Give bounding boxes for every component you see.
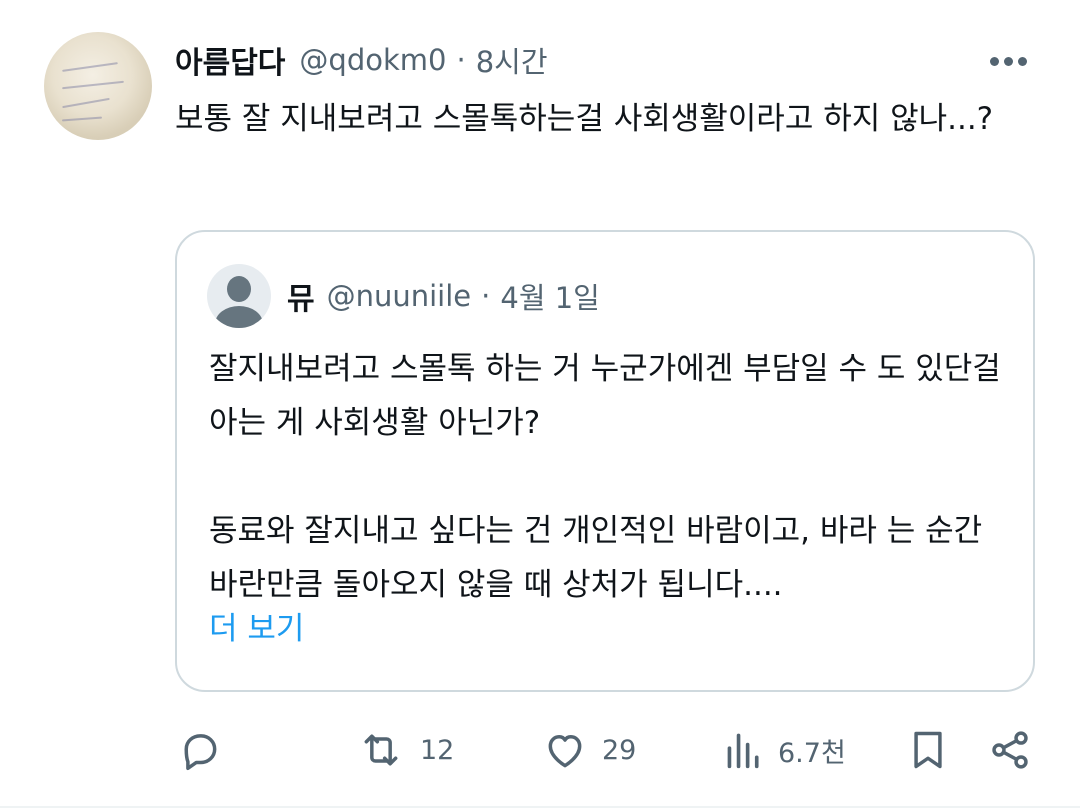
show-more-link[interactable]: 더 보기 bbox=[209, 602, 304, 656]
views-count: 6.7천 bbox=[778, 737, 846, 769]
views-button[interactable]: 6.7천 bbox=[724, 720, 846, 780]
quoted-tweet-card[interactable]: 뮤 @nuuniile · 4월 1일 잘지내보려고 스몰톡 하는 거 누군가에… bbox=[175, 230, 1035, 692]
retweet-count: 12 bbox=[420, 734, 455, 766]
author-avatar[interactable] bbox=[44, 32, 152, 140]
share-icon bbox=[992, 731, 1028, 769]
retweet-icon bbox=[364, 734, 398, 766]
retweet-button[interactable]: 12 bbox=[356, 720, 454, 780]
like-button[interactable]: 29 bbox=[542, 720, 636, 780]
like-count: 29 bbox=[602, 734, 637, 766]
tweet-timestamp[interactable]: 8시간 bbox=[476, 39, 548, 81]
quoted-tweet-text: 잘지내보려고 스몰톡 하는 거 누군가에겐 부담일 수 도 있단걸 아는 게 사… bbox=[209, 342, 1009, 612]
bookmark-icon bbox=[914, 731, 942, 769]
author-handle[interactable]: @qdokm0 bbox=[299, 43, 446, 77]
more-options-icon[interactable] bbox=[990, 57, 1027, 66]
separator-dot: · bbox=[481, 279, 491, 313]
quoted-tweet-header: 뮤 @nuuniile · 4월 1일 bbox=[287, 274, 600, 318]
quoted-author-handle[interactable]: @nuuniile bbox=[327, 279, 472, 313]
reply-icon bbox=[184, 734, 217, 771]
default-profile-icon[interactable] bbox=[207, 264, 271, 328]
tweet-text: 보통 잘 지내보려고 스몰톡하는걸 사회생활이라고 하지 않나...? bbox=[175, 101, 994, 137]
views-icon bbox=[727, 733, 759, 769]
quoted-author-name[interactable]: 뮤 bbox=[287, 274, 315, 318]
author-name[interactable]: 아름답다 bbox=[175, 38, 285, 82]
heart-icon bbox=[548, 735, 582, 768]
quoted-paragraph: 동료와 잘지내고 싶다는 건 개인적인 바람이고, 바라 는 순간 바란만큼 돌… bbox=[209, 513, 983, 603]
tweet-action-bar: 12 29 6.7천 bbox=[0, 720, 1080, 780]
divider bbox=[0, 806, 1080, 808]
tweet-header: 아름답다 @qdokm0 · 8시간 bbox=[175, 38, 548, 82]
share-button[interactable] bbox=[988, 720, 1032, 780]
separator-dot: · bbox=[456, 43, 466, 77]
reply-button[interactable] bbox=[178, 720, 222, 780]
quoted-tweet-date[interactable]: 4월 1일 bbox=[500, 275, 599, 317]
quoted-paragraph: 잘지내보려고 스몰톡 하는 거 누군가에겐 부담일 수 도 있단걸 아는 게 사… bbox=[209, 351, 1001, 441]
bookmark-button[interactable] bbox=[906, 720, 950, 780]
